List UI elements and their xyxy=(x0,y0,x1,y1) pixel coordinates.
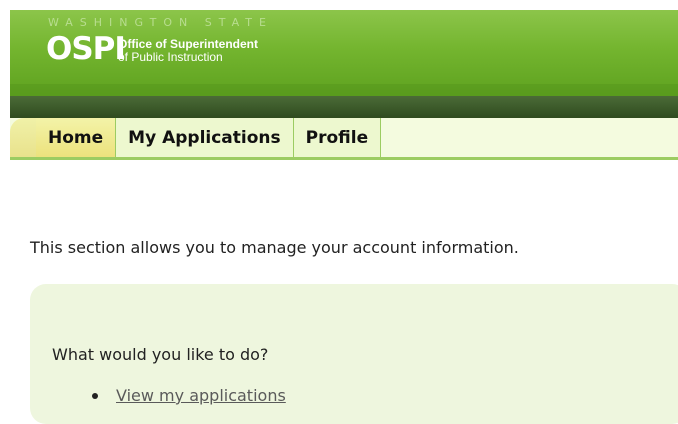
actions-panel: What would you like to do? View my appli… xyxy=(30,284,678,424)
tab-home[interactable]: Home xyxy=(36,118,117,157)
ospi-logo[interactable]: OSPI xyxy=(46,32,126,66)
page-description: This section allows you to manage your a… xyxy=(30,238,519,257)
actions-prompt: What would you like to do? xyxy=(52,345,269,364)
site-header: WASHINGTON STATE OSPI Office of Superint… xyxy=(10,10,678,96)
bullet-icon xyxy=(92,393,98,399)
agency-name-line-2: of Public Instruction xyxy=(118,50,223,64)
view-my-applications-link[interactable]: View my applications xyxy=(116,386,286,405)
tab-profile[interactable]: Profile xyxy=(293,118,382,157)
main-navigation-tabs: Home My Applications Profile xyxy=(10,118,678,160)
tab-my-applications[interactable]: My Applications xyxy=(116,118,294,157)
ospi-agency-name: Office of Superintendent of Public Instr… xyxy=(118,38,258,64)
list-item: View my applications xyxy=(90,384,286,408)
header-divider-strip xyxy=(10,96,678,118)
washington-state-wordmark: WASHINGTON STATE xyxy=(48,16,273,29)
actions-list: View my applications xyxy=(90,384,286,408)
tab-list: Home My Applications Profile xyxy=(36,118,382,157)
